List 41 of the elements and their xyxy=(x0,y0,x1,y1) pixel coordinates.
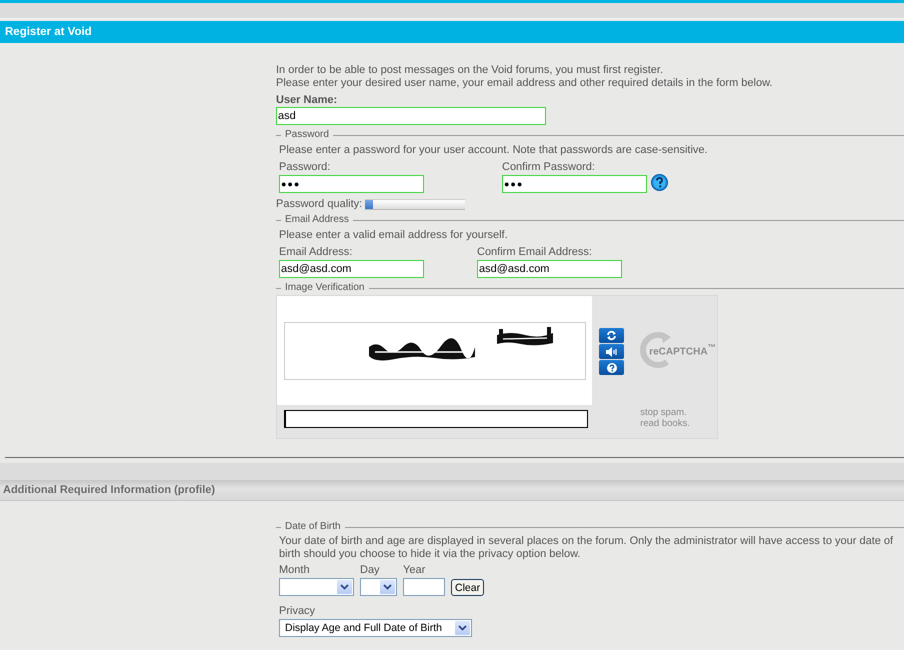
audio-button[interactable] xyxy=(599,344,624,359)
section-title: Register at Void xyxy=(5,26,92,38)
field-label: Year xyxy=(403,564,426,577)
field-label: Email Address: xyxy=(279,246,354,259)
field-label: User Name: xyxy=(276,94,338,107)
captcha-answer-field[interactable] xyxy=(284,410,588,428)
help-text: Your date of birth and age are displayed in several places on the forum. Only the administrator will have access to your date of birth should you choose to hide it via the privacy option below. xyxy=(279,535,894,560)
field-label: Password quality: xyxy=(276,198,362,210)
month-dropdown[interactable] xyxy=(279,578,354,596)
help-text: Please enter a valid email address for yourself. xyxy=(279,229,509,242)
clear-button[interactable]: Clear xyxy=(451,579,484,596)
fieldset-legend: Email Address xyxy=(285,214,349,226)
field-label: Month xyxy=(279,564,311,577)
speaker-icon xyxy=(606,346,618,356)
help-icon xyxy=(606,362,617,372)
email-field[interactable]: asd@asd.com xyxy=(477,260,622,278)
day-dropdown[interactable] xyxy=(360,578,397,596)
intro-text: Please enter your desired user name, your email address and other required details in the form below. xyxy=(276,77,774,90)
section-title: Additional Required Information (profile) xyxy=(3,484,216,496)
field-label: Password: xyxy=(279,161,332,174)
password-field[interactable]: ●●● xyxy=(502,175,647,193)
field-label: Day xyxy=(360,564,381,577)
help-icon[interactable] xyxy=(651,174,668,191)
recaptcha-logo-text: reCAPTCHA$^{™}$ xyxy=(649,342,716,358)
intro-text: In order to be able to post messages on the Void forums, you must first register. xyxy=(276,64,664,77)
captcha-tagline: stop spam. read books. xyxy=(640,407,691,429)
fieldset-legend: Image Verification xyxy=(285,282,364,294)
fieldset-legend: Password xyxy=(285,129,329,141)
field-label: Privacy xyxy=(279,605,316,618)
password-field[interactable]: ●●● xyxy=(279,175,424,193)
email-field[interactable]: asd@asd.com xyxy=(279,260,424,278)
help-button[interactable] xyxy=(599,360,624,375)
fieldset-legend: Date of Birth xyxy=(285,521,341,533)
field-label: Confirm Password: xyxy=(502,161,596,174)
privacy-dropdown[interactable]: Display Age and Full Date of Birth xyxy=(279,619,472,637)
refresh-icon xyxy=(606,330,618,341)
year-field[interactable] xyxy=(403,578,445,596)
username-field[interactable]: asd xyxy=(276,107,546,125)
refresh-button[interactable] xyxy=(599,328,624,343)
field-label: Confirm Email Address: xyxy=(477,246,593,259)
help-text: Please enter a password for your user account. Note that passwords are case-sensitive. xyxy=(279,144,709,157)
